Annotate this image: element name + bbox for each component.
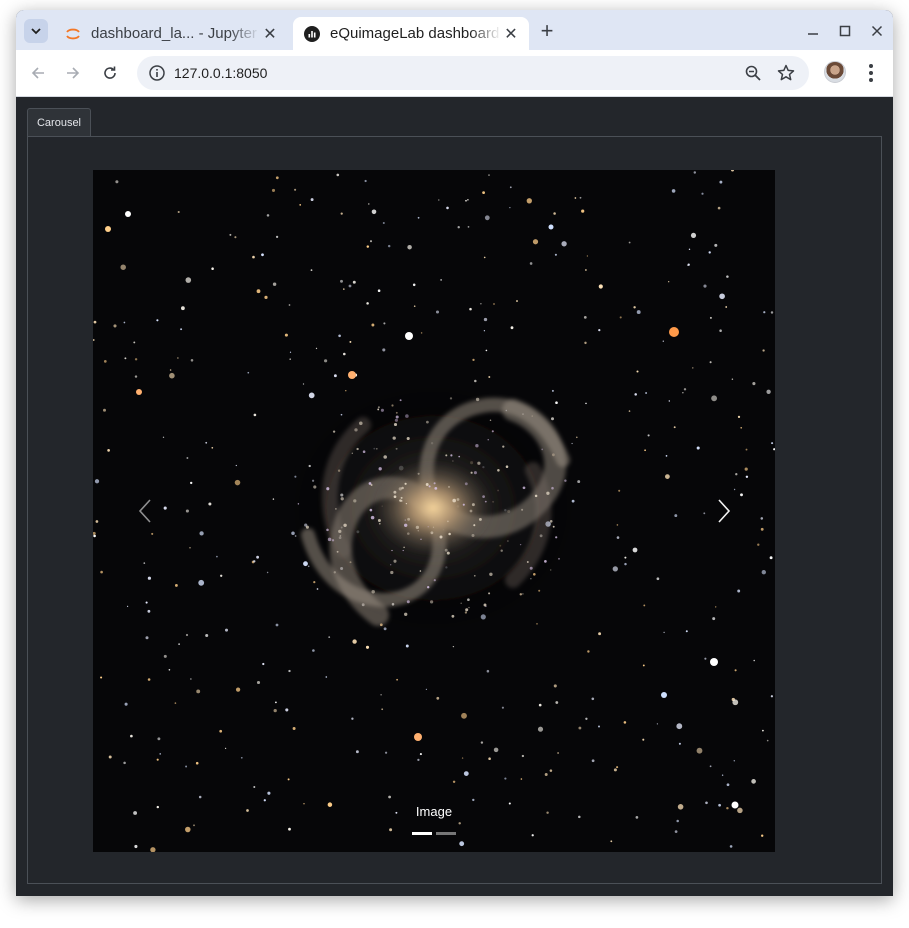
profile-avatar[interactable]: [824, 61, 846, 83]
tab-carousel[interactable]: Carousel: [27, 108, 91, 136]
info-icon[interactable]: [148, 64, 166, 82]
image-carousel[interactable]: Image: [93, 170, 775, 852]
browser-toolbar: 127.0.0.1:8050: [16, 50, 893, 97]
chevron-right-icon: [718, 499, 731, 523]
dashboard-icon: [303, 25, 320, 42]
forward-icon[interactable]: [61, 61, 85, 85]
new-tab-button[interactable]: +: [535, 18, 559, 43]
tab-strip: dashboard_la... - Jupyter ✕ eQuimageLab …: [16, 10, 893, 50]
bookmark-star-icon[interactable]: [776, 63, 796, 83]
tab-title: dashboard_la... - Jupyter: [91, 25, 257, 42]
chevron-down-icon: [31, 28, 41, 35]
zoom-icon[interactable]: [744, 64, 762, 82]
carousel-caption: Image: [415, 804, 453, 819]
reload-icon[interactable]: [98, 61, 122, 85]
carousel-prev-button[interactable]: [130, 495, 160, 527]
browser-window: dashboard_la... - Jupyter ✕ eQuimageLab …: [16, 10, 893, 896]
back-icon[interactable]: [26, 61, 50, 85]
carousel-indicator[interactable]: [412, 832, 432, 835]
close-tab-icon[interactable]: ✕: [501, 24, 521, 44]
address-bar[interactable]: 127.0.0.1:8050: [137, 56, 809, 90]
close-tab-icon[interactable]: ✕: [260, 24, 280, 44]
carousel-next-button[interactable]: [709, 495, 739, 527]
dashboard-content: Carousel Image: [16, 97, 893, 896]
minimize-icon[interactable]: [801, 20, 825, 42]
carousel-panel: Image: [27, 136, 882, 884]
tab-title: eQuimageLab dashboard: [330, 25, 500, 42]
more-menu-icon[interactable]: [860, 61, 882, 85]
maximize-icon[interactable]: [833, 20, 857, 42]
carousel-indicator[interactable]: [436, 832, 456, 835]
tab-search-button[interactable]: [24, 19, 48, 43]
chevron-left-icon: [138, 499, 151, 523]
jupyter-icon: [64, 25, 81, 42]
close-window-icon[interactable]: [865, 20, 889, 42]
carousel-indicators: [412, 832, 456, 835]
tab-dashboard[interactable]: eQuimageLab dashboard ✕: [293, 17, 529, 50]
tab-jupyter[interactable]: dashboard_la... - Jupyter ✕: [54, 17, 288, 50]
galaxy-image: [93, 170, 775, 852]
url-text[interactable]: 127.0.0.1:8050: [174, 65, 267, 81]
